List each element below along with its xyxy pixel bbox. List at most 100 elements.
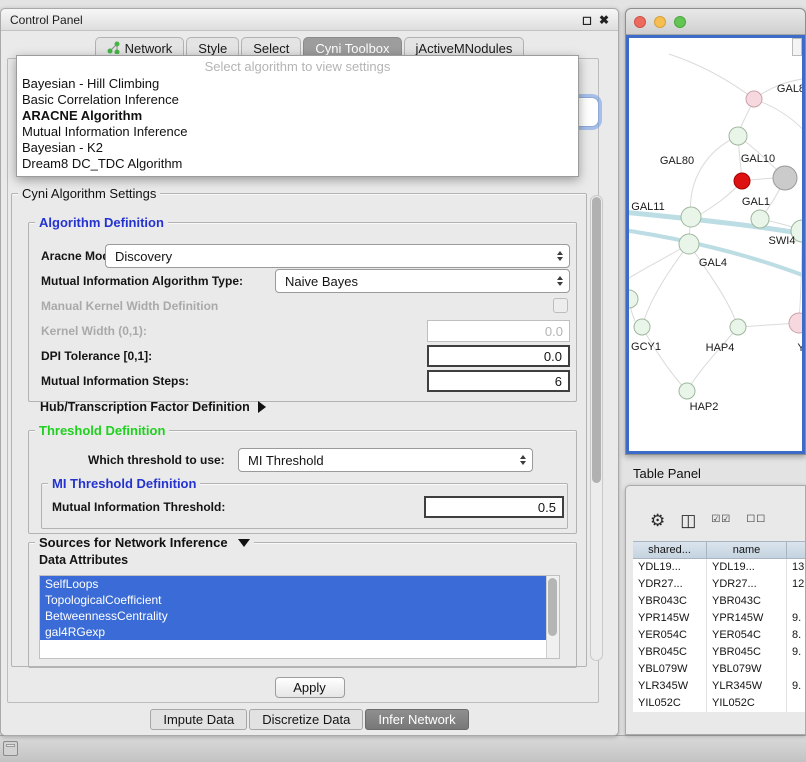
network-node[interactable] [629, 290, 638, 308]
table-cell [787, 593, 806, 610]
network-canvas[interactable]: GAL8GAL80GAL10GAL11GAL1SWI4GAL4GCY1HAP4Y… [626, 35, 805, 454]
close-traffic-light-icon[interactable] [634, 16, 646, 28]
hub-definition-toggle[interactable]: Hub/Transcription Factor Definition [40, 400, 266, 414]
close-window-icon[interactable]: ✖ [599, 13, 609, 27]
table-row[interactable]: YDL19...YDL19...13 [633, 559, 806, 576]
settings-scrollbar[interactable] [590, 195, 603, 661]
network-node[interactable] [751, 210, 769, 228]
network-edge[interactable] [669, 54, 754, 99]
select-all-icon[interactable]: ☑☑ [711, 515, 731, 525]
algorithm-dropdown: Select algorithm to view settings Bayesi… [16, 55, 579, 177]
node-label: GAL10 [741, 153, 775, 165]
table-cell: YDR27... [633, 576, 707, 593]
table-cell: YDL19... [633, 559, 707, 576]
attribute-item[interactable]: BetweennessCentrality [40, 608, 547, 624]
aracne-mode-combobox[interactable]: Discovery [105, 244, 570, 268]
list-scrollbar[interactable] [546, 576, 559, 658]
network-node[interactable] [730, 319, 746, 335]
table-cell: YDR27... [707, 576, 787, 593]
kernel-width-label: Kernel Width (0,1): [41, 324, 147, 338]
network-node[interactable] [729, 127, 747, 145]
table-panel-window: ⚙ ◫ ☑☑ ☐☐ shared...nameYDL19...YDL19...1… [625, 485, 806, 735]
restore-panel-icon[interactable] [3, 741, 18, 756]
table-row[interactable]: YER054CYER054C8. [633, 627, 806, 644]
network-node[interactable] [746, 91, 762, 107]
table-row[interactable]: YLR345WYLR345W9. [633, 678, 806, 695]
column-header[interactable]: shared... [633, 541, 707, 559]
table-cell: YDL19... [707, 559, 787, 576]
bottom-tab-infer-network[interactable]: Infer Network [365, 709, 468, 730]
columns-icon[interactable]: ◫ [680, 512, 696, 529]
deselect-all-icon[interactable]: ☐☐ [746, 515, 766, 525]
table-row[interactable]: YBL079WYBL079W [633, 661, 806, 678]
dpi-tolerance-field[interactable]: 0.0 [427, 345, 570, 367]
minimize-traffic-light-icon[interactable] [654, 16, 666, 28]
network-edge[interactable] [687, 327, 738, 391]
tab-label: Network [125, 41, 173, 56]
algorithm-option[interactable]: Bayesian - Hill Climbing [17, 76, 578, 92]
kernel-width-field[interactable]: 0.0 [427, 320, 570, 342]
network-node[interactable] [789, 313, 804, 333]
network-node[interactable] [679, 383, 695, 399]
attribute-item[interactable]: gal4RGexp [40, 624, 547, 640]
algorithm-option[interactable]: Dream8 DC_TDC Algorithm [17, 156, 578, 172]
table-cell: YBR043C [633, 593, 707, 610]
network-node[interactable] [679, 234, 699, 254]
table-cell: 9. [787, 644, 806, 661]
attribute-item[interactable]: SelfLoops [40, 576, 547, 592]
algorithm-option[interactable]: Basic Correlation Inference [17, 92, 578, 108]
which-threshold-combobox[interactable]: MI Threshold [238, 448, 533, 472]
network-edge[interactable] [642, 327, 687, 391]
data-attributes-list[interactable]: SelfLoopsTopologicalCoefficientBetweenne… [39, 575, 560, 659]
attribute-item[interactable]: TopologicalCoefficient [40, 592, 547, 608]
table-row[interactable]: YBR043CYBR043C [633, 593, 806, 610]
table-cell: 9. [787, 610, 806, 627]
mi-type-label: Mutual Information Algorithm Type: [41, 274, 243, 288]
table-row[interactable]: YDR27...YDR27...12 [633, 576, 806, 593]
table-cell: YBR045C [707, 644, 787, 661]
network-edge[interactable] [750, 178, 773, 180]
gear-icon[interactable]: ⚙ [650, 512, 665, 529]
column-header[interactable]: name [707, 541, 787, 559]
network-node[interactable] [681, 207, 701, 227]
control-panel-titlebar[interactable]: Control Panel ◻ ✖ [1, 9, 618, 31]
which-threshold-label: Which threshold to use: [88, 453, 225, 467]
network-edge[interactable] [799, 231, 802, 323]
network-node[interactable] [773, 166, 797, 190]
bottom-tab-discretize-data[interactable]: Discretize Data [249, 709, 363, 730]
scrollbar-thumb[interactable] [592, 197, 601, 483]
table-cell: YBR043C [707, 593, 787, 610]
algorithm-option[interactable]: ARACNE Algorithm [17, 108, 578, 124]
network-node[interactable] [634, 319, 650, 335]
cyni-algorithm-settings-group: Cyni Algorithm Settings Algorithm Defini… [11, 193, 587, 667]
table-row[interactable]: YIL052CYIL052C [633, 695, 806, 712]
bottom-tabbar: Impute DataDiscretize DataInfer Network [1, 709, 618, 730]
table-row[interactable]: YPR145WYPR145W9. [633, 610, 806, 627]
bottom-tab-impute-data[interactable]: Impute Data [150, 709, 247, 730]
network-scrollbar[interactable] [792, 38, 802, 56]
float-window-icon[interactable]: ◻ [582, 13, 592, 27]
network-window-titlebar[interactable] [626, 9, 805, 35]
table-row[interactable]: YBR045CYBR045C9. [633, 644, 806, 661]
network-edge[interactable] [642, 244, 689, 327]
table-header-row: shared...name [633, 541, 806, 559]
table-cell: YIL052C [633, 695, 707, 712]
sources-title[interactable]: Sources for Network Inference [35, 535, 254, 550]
mi-threshold-field[interactable]: 0.5 [424, 496, 564, 518]
node-label: SWI4 [769, 235, 796, 247]
algorithm-option[interactable]: Bayesian - K2 [17, 140, 578, 156]
zoom-traffic-light-icon[interactable] [674, 16, 686, 28]
manual-kernel-checkbox[interactable] [553, 298, 568, 313]
desktop-bottom-band [0, 735, 806, 762]
network-edge[interactable] [754, 99, 804, 134]
network-node[interactable] [734, 173, 750, 189]
node-label: GAL80 [660, 155, 694, 167]
mi-steps-field[interactable]: 6 [427, 370, 570, 392]
mi-type-combobox[interactable]: Naive Bayes [275, 269, 570, 293]
node-attribute-table: shared...nameYDL19...YDL19...13YDR27...Y… [633, 541, 806, 712]
algorithm-option[interactable]: Mutual Information Inference [17, 124, 578, 140]
node-label: GAL1 [742, 196, 770, 208]
apply-button[interactable]: Apply [275, 677, 345, 698]
mi-threshold-row: Mutual Information Threshold: 0.5 [42, 494, 567, 520]
column-header[interactable] [787, 541, 806, 559]
